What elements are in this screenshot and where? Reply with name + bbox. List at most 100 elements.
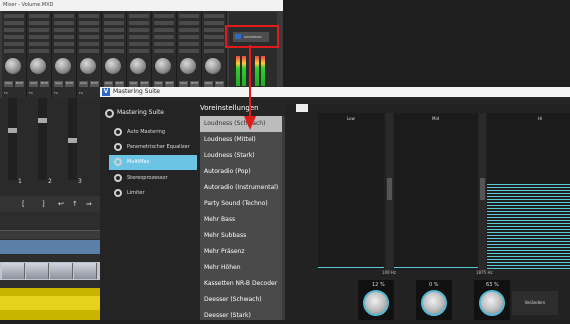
- strip-setting[interactable]: [29, 49, 49, 53]
- strip-setting[interactable]: [154, 49, 174, 53]
- video-track[interactable]: [0, 262, 100, 280]
- strip-setting[interactable]: [204, 49, 224, 53]
- pan-knob[interactable]: [205, 58, 221, 74]
- strip-setting[interactable]: [29, 42, 49, 46]
- mute-button[interactable]: MUTE: [65, 81, 74, 87]
- sidebar-item-auto-mastering[interactable]: Auto Mastering: [109, 125, 197, 140]
- preset-item[interactable]: Mehr Präsenz: [204, 244, 282, 260]
- preset-item[interactable]: Mehr Bass: [204, 212, 282, 228]
- strip-setting[interactable]: [54, 49, 74, 53]
- knob-high[interactable]: [479, 290, 505, 316]
- strip-setting[interactable]: [29, 21, 49, 25]
- forward-icon[interactable]: ⇒: [86, 200, 92, 208]
- preset-item[interactable]: Kassetten NR-B Decoder: [204, 276, 282, 292]
- strip-setting[interactable]: [54, 14, 74, 18]
- mark-in-button[interactable]: [: [22, 200, 25, 208]
- solo-button[interactable]: SOLO: [54, 81, 63, 87]
- strip-setting[interactable]: [54, 28, 74, 32]
- crossover-handle[interactable]: [387, 178, 392, 200]
- fader-cap[interactable]: [68, 138, 77, 143]
- strip-setting[interactable]: [154, 42, 174, 46]
- sidebar-item-parametric-eq[interactable]: Parametrischer Equalizer: [109, 140, 197, 155]
- strip-setting[interactable]: [29, 14, 49, 18]
- strip-setting[interactable]: [204, 42, 224, 46]
- strip-setting[interactable]: [79, 42, 99, 46]
- channel-fader-1[interactable]: [8, 98, 17, 180]
- strip-setting[interactable]: [4, 49, 24, 53]
- mute-button[interactable]: MUTE: [90, 81, 99, 87]
- knob-low[interactable]: [363, 290, 389, 316]
- strip-setting[interactable]: [204, 28, 224, 32]
- strip-setting[interactable]: [129, 35, 149, 39]
- panel-toggle-icon[interactable]: [296, 104, 308, 112]
- strip-setting[interactable]: [54, 35, 74, 39]
- pan-knob[interactable]: [5, 58, 21, 74]
- presets-dropdown-header[interactable]: Voreinstellungen: [200, 100, 282, 116]
- preset-item[interactable]: Autoradio (Pop): [204, 164, 282, 180]
- strip-setting[interactable]: [179, 14, 199, 18]
- crossover-low-mid[interactable]: [386, 113, 393, 273]
- sidebar-item-limiter[interactable]: Limiter: [109, 186, 197, 201]
- strip-setting[interactable]: [54, 42, 74, 46]
- preset-item[interactable]: Mehr Subbass: [204, 228, 282, 244]
- strip-setting[interactable]: [179, 42, 199, 46]
- strip-setting[interactable]: [4, 35, 24, 39]
- strip-setting[interactable]: [79, 21, 99, 25]
- strip-setting[interactable]: [129, 42, 149, 46]
- strip-setting[interactable]: [179, 49, 199, 53]
- strip-setting[interactable]: [104, 49, 124, 53]
- preset-item[interactable]: Autoradio (Instrumental): [204, 180, 282, 196]
- pan-knob[interactable]: [180, 58, 196, 74]
- strip-setting[interactable]: [104, 14, 124, 18]
- fader-cap[interactable]: [38, 118, 47, 123]
- strip-setting[interactable]: [4, 42, 24, 46]
- preset-item[interactable]: Loudness (Mittel): [204, 132, 282, 148]
- strip-setting[interactable]: [129, 49, 149, 53]
- sidebar-item-multimax[interactable]: MultiMax: [109, 155, 197, 170]
- mute-button[interactable]: MUTE: [15, 81, 24, 87]
- mark-out-button[interactable]: ]: [42, 200, 45, 208]
- strip-setting[interactable]: [204, 21, 224, 25]
- strip-setting[interactable]: [129, 21, 149, 25]
- crossover-mid-high[interactable]: [479, 113, 486, 273]
- pan-knob[interactable]: [130, 58, 146, 74]
- strip-setting[interactable]: [179, 21, 199, 25]
- mute-button[interactable]: MUTE: [40, 81, 49, 87]
- strip-setting[interactable]: [154, 14, 174, 18]
- preset-item[interactable]: Mehr Höhen: [204, 260, 282, 276]
- crossover-handle[interactable]: [480, 178, 485, 200]
- timeline-ruler[interactable]: [0, 230, 100, 239]
- strip-setting[interactable]: [154, 35, 174, 39]
- strip-setting[interactable]: [29, 28, 49, 32]
- strip-setting[interactable]: [154, 28, 174, 32]
- pan-knob[interactable]: [55, 58, 71, 74]
- strip-setting[interactable]: [129, 14, 149, 18]
- strip-setting[interactable]: [79, 49, 99, 53]
- strip-setting[interactable]: [79, 28, 99, 32]
- strip-setting[interactable]: [204, 14, 224, 18]
- undo-icon[interactable]: ↩: [58, 200, 64, 208]
- strip-setting[interactable]: [204, 35, 224, 39]
- strip-setting[interactable]: [54, 21, 74, 25]
- channel-fader-3[interactable]: [68, 98, 77, 180]
- pan-knob[interactable]: [105, 58, 121, 74]
- knob-mid[interactable]: [421, 290, 447, 316]
- strip-setting[interactable]: [179, 35, 199, 39]
- change-button[interactable]: Verändern: [512, 291, 558, 315]
- pan-knob[interactable]: [30, 58, 46, 74]
- strip-setting[interactable]: [129, 28, 149, 32]
- solo-button[interactable]: SOLO: [29, 81, 38, 87]
- strip-setting[interactable]: [154, 21, 174, 25]
- preset-item[interactable]: Party Sound (Techno): [204, 196, 282, 212]
- preset-item[interactable]: Deesser (Stark): [204, 308, 282, 324]
- solo-button[interactable]: SOLO: [79, 81, 88, 87]
- pan-knob[interactable]: [80, 58, 96, 74]
- strip-setting[interactable]: [29, 35, 49, 39]
- strip-setting[interactable]: [104, 21, 124, 25]
- strip-setting[interactable]: [179, 28, 199, 32]
- strip-setting[interactable]: [79, 14, 99, 18]
- preset-item[interactable]: Deesser (Schwach): [204, 292, 282, 308]
- strip-setting[interactable]: [104, 42, 124, 46]
- strip-setting[interactable]: [104, 35, 124, 39]
- pan-knob[interactable]: [155, 58, 171, 74]
